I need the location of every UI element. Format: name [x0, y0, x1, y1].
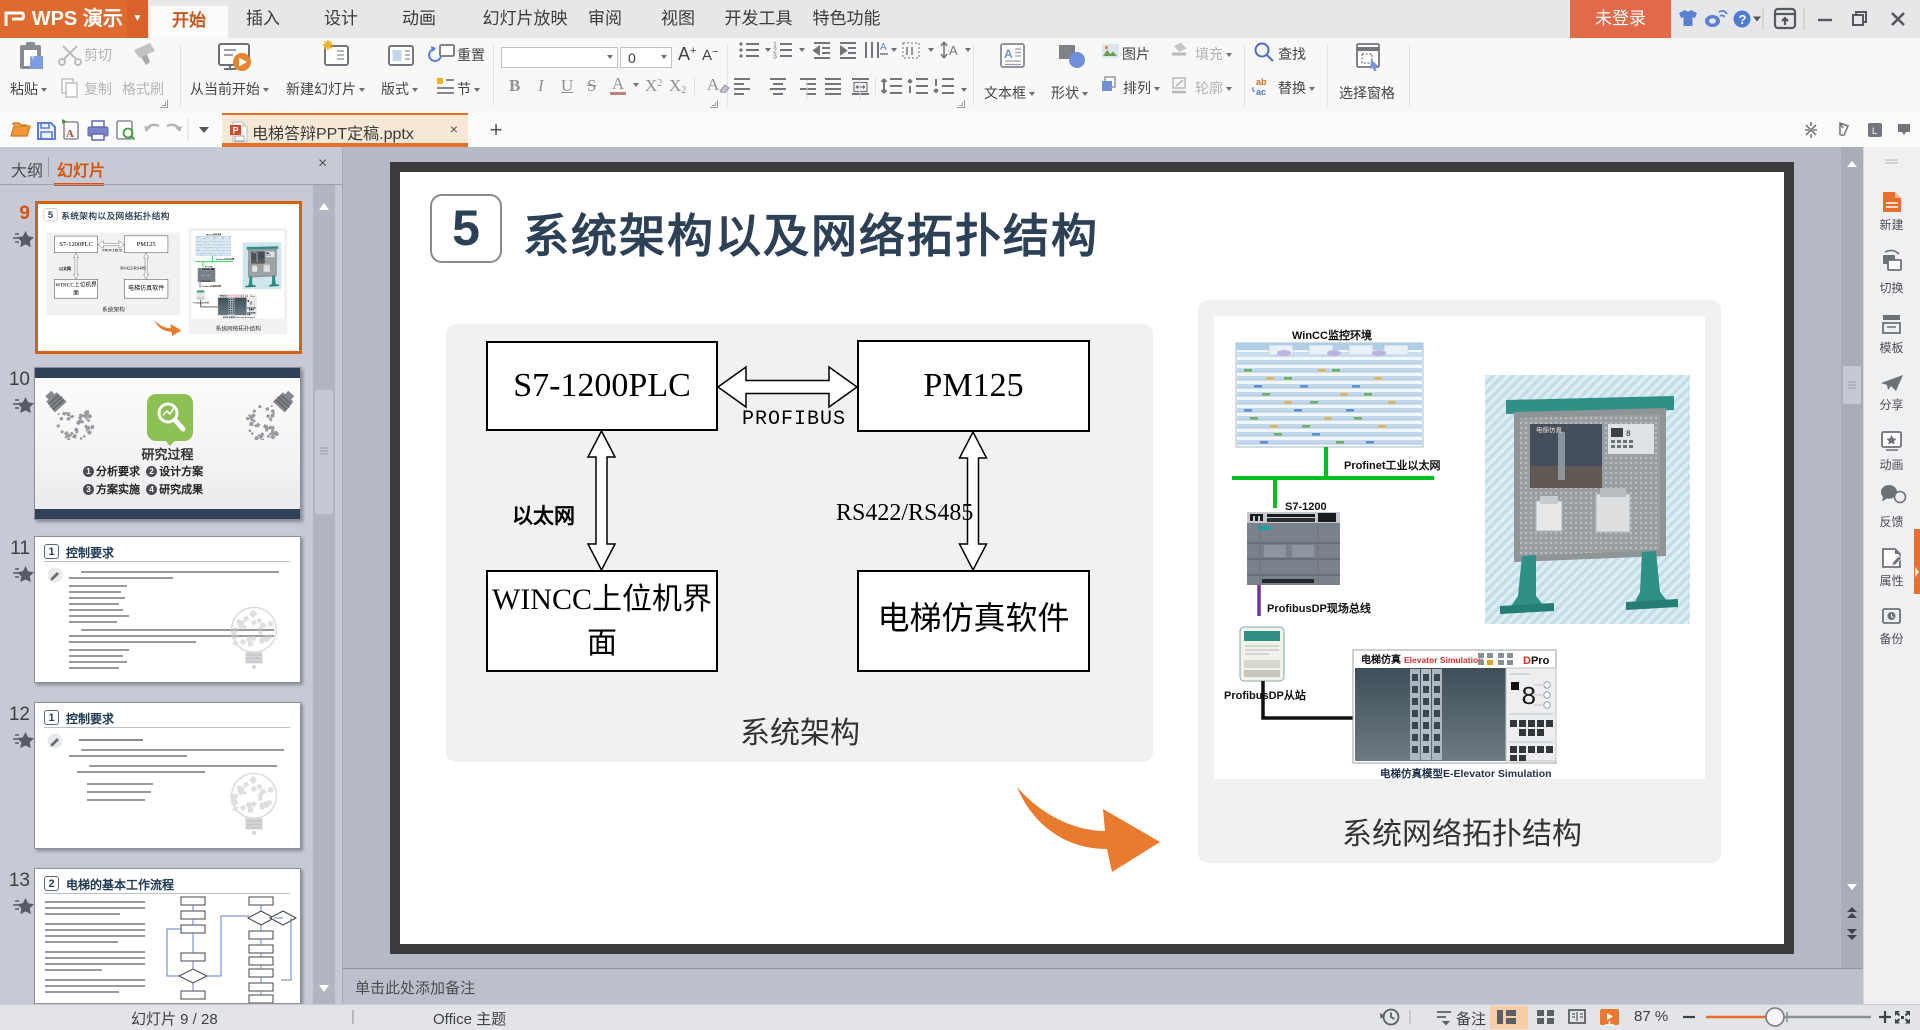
- svg-text:A: A: [1004, 47, 1013, 61]
- svg-text:A: A: [949, 43, 958, 58]
- svg-text:电梯仿真模型E-Elevator Simulation: 电梯仿真模型E-Elevator Simulation: [223, 315, 256, 318]
- svg-text:L: L: [1872, 126, 1877, 136]
- svg-text:ProfibusDP现场总线: ProfibusDP现场总线: [1267, 601, 1371, 615]
- svg-text:ProfibusDP从站: ProfibusDP从站: [193, 300, 209, 304]
- svg-text:8: 8: [1626, 430, 1631, 439]
- svg-text:A: A: [66, 128, 74, 140]
- svg-text:A: A: [880, 42, 887, 53]
- svg-text:S7-1200: S7-1200: [1285, 501, 1327, 513]
- svg-text:ab: ab: [1256, 77, 1267, 87]
- svg-text:8: 8: [1521, 682, 1537, 712]
- svg-text:ProfibusDP现场总线: ProfibusDP现场总线: [202, 284, 222, 288]
- svg-text:电梯仿真: 电梯仿真: [1361, 653, 1401, 666]
- svg-text:电梯仿真模型E-Elevator Simulation: 电梯仿真模型E-Elevator Simulation: [1380, 767, 1552, 779]
- svg-text:8: 8: [249, 300, 252, 306]
- svg-text:Profinet工业以太网: Profinet工业以太网: [216, 257, 234, 261]
- svg-text:3: 3: [773, 54, 777, 61]
- svg-text:Elevator Simulation: Elevator Simulation: [1404, 655, 1483, 665]
- svg-text:电梯仿真: 电梯仿真: [1536, 425, 1563, 434]
- svg-text:Profinet工业以太网: Profinet工业以太网: [1344, 458, 1441, 472]
- svg-text:8: 8: [269, 253, 270, 255]
- svg-text:ProfibusDP从站: ProfibusDP从站: [1224, 688, 1306, 702]
- svg-text:DPro: DPro: [1523, 655, 1550, 667]
- svg-text:WinCC监控环境: WinCC监控环境: [1292, 328, 1372, 342]
- svg-text:ac: ac: [1256, 87, 1266, 97]
- svg-text:?: ?: [1739, 12, 1747, 27]
- svg-text:P: P: [233, 126, 239, 136]
- svg-text:WinCC监控环境: WinCC监控环境: [206, 232, 221, 236]
